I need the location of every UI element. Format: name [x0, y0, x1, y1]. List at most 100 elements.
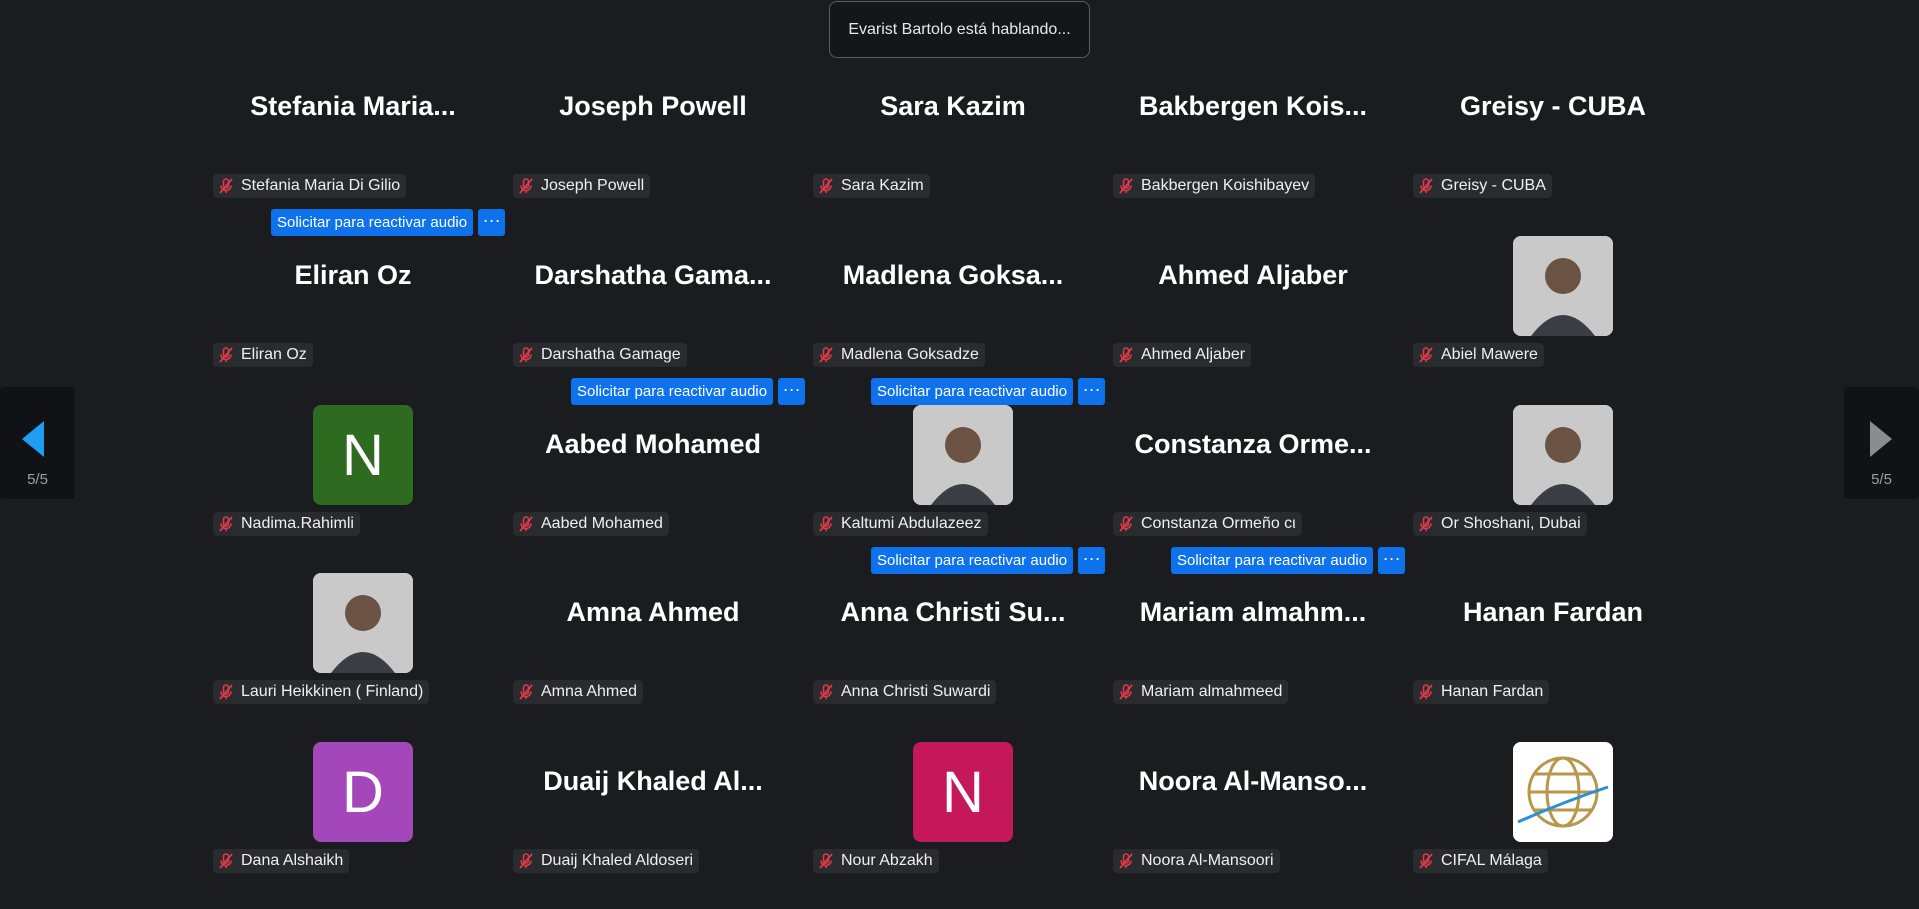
- participant-display-name: Madlena Goksa...: [842, 260, 1064, 290]
- participant-tile[interactable]: Eliran Oz Eliran Oz: [213, 235, 493, 403]
- participant-display-name: Sara Kazim: [880, 91, 1026, 121]
- participant-display-name: Amna Ahmed: [566, 597, 740, 627]
- participant-tile[interactable]: Noora Al-Manso... Noora Al-Mansoori: [1113, 741, 1393, 909]
- participant-name: Nour Abzakh: [841, 852, 933, 869]
- participant-tile[interactable]: Duaij Khaled Al... Duaij Khaled Aldoseri: [513, 741, 793, 909]
- participant-name-tag: Duaij Khaled Aldoseri: [513, 849, 700, 873]
- participant-name: CIFAL Málaga: [1441, 852, 1542, 869]
- participant-name-tag: Eliran Oz: [213, 343, 313, 367]
- participant-display-name: Mariam almahm...: [1139, 597, 1367, 627]
- participant-tile[interactable]: Constanza Orme... Constanza Ormeño cι Soli…: [1113, 404, 1406, 574]
- participant-tile[interactable]: Madlena Goksa... Madlena Goksadze Solicita…: [813, 235, 1106, 405]
- participant-name-tag: Darshatha Gamage: [513, 343, 687, 367]
- participant-tile[interactable]: CIFAL Málaga: [1413, 741, 1693, 909]
- unmute-request-group: Solicitar para reactivar audio ···: [571, 378, 806, 405]
- request-unmute-button[interactable]: Solicitar para reactivar audio: [1171, 547, 1374, 574]
- participant-display-name: Bakbergen Kois...: [1138, 91, 1368, 121]
- participant-display-name: Aabed Mohamed: [544, 429, 762, 459]
- microphone-muted-icon: [1117, 683, 1135, 701]
- arrow-right-icon: [1870, 421, 1892, 457]
- participant-name: Amna Ahmed: [541, 683, 638, 700]
- participant-tile[interactable]: Amna Ahmed Amna Ahmed: [513, 572, 793, 740]
- microphone-muted-icon: [517, 177, 535, 195]
- microphone-muted-icon: [1417, 515, 1435, 533]
- participant-name-tag: Or Shoshani, Dubai: [1413, 512, 1587, 536]
- participant-display-name: Duaij Khaled Al...: [543, 766, 763, 796]
- active-speaker-banner: Evarist Bartolo está hablando...: [829, 1, 1090, 58]
- participant-name-tag: Mariam almahmeed: [1113, 680, 1289, 704]
- participant-tile[interactable]: Mariam almahm... Mariam almahmeed: [1113, 572, 1393, 740]
- participant-name-tag: Noora Al-Mansoori: [1113, 849, 1280, 873]
- unmute-request-group: Solicitar para reactivar audio ···: [871, 378, 1106, 405]
- logo-avatar: [1513, 742, 1613, 842]
- participant-name: Noora Al-Mansoori: [1141, 852, 1274, 869]
- participant-tile[interactable]: Joseph Powell Joseph Powell: [513, 66, 793, 234]
- microphone-muted-icon: [817, 852, 835, 870]
- participant-tile[interactable]: Hanan Fardan Hanan Fardan: [1413, 572, 1693, 740]
- participant-tile[interactable]: Or Shoshani, Dubai: [1413, 404, 1693, 572]
- participant-name-tag: Constanza Ormeño cι: [1113, 512, 1302, 536]
- participant-name: Bakbergen Koishibayev: [1141, 177, 1310, 194]
- participant-tile[interactable]: Anna Christi Su... Anna Christi Suwardi: [813, 572, 1093, 740]
- participant-tile[interactable]: Greisy - CUBA Greisy - CUBA: [1413, 66, 1693, 234]
- participant-tile[interactable]: N Nour Abzakh: [813, 741, 1093, 909]
- avatar-initial: N: [913, 742, 1013, 842]
- participant-name: Aabed Mohamed: [541, 515, 663, 532]
- participant-name-tag: Anna Christi Suwardi: [813, 680, 997, 704]
- participant-tile[interactable]: N Nadima.Rahimli: [213, 404, 493, 572]
- participant-name-tag: Bakbergen Koishibayev: [1113, 174, 1316, 198]
- next-page-button[interactable]: 5/5: [1844, 387, 1919, 499]
- participant-name-tag: Ahmed Aljaber: [1113, 343, 1252, 367]
- more-options-button[interactable]: ···: [1078, 547, 1106, 574]
- participant-display-name: Darshatha Gama...: [534, 260, 772, 290]
- avatar-photo: [1513, 236, 1613, 336]
- avatar-photo: [1513, 405, 1613, 505]
- microphone-muted-icon: [217, 515, 235, 533]
- microphone-muted-icon: [1417, 852, 1435, 870]
- request-unmute-button[interactable]: Solicitar para reactivar audio: [571, 378, 774, 405]
- participant-display-name: Noora Al-Manso...: [1138, 766, 1368, 796]
- participant-name-tag: Madlena Goksadze: [813, 343, 985, 367]
- microphone-muted-icon: [517, 683, 535, 701]
- more-options-button[interactable]: ···: [1078, 378, 1106, 405]
- microphone-muted-icon: [517, 515, 535, 533]
- participant-tile[interactable]: D Dana Alshaikh: [213, 741, 493, 909]
- participant-tile[interactable]: Stefania Maria... Stefania Maria Di Gilio…: [213, 66, 506, 236]
- request-unmute-button[interactable]: Solicitar para reactivar audio: [871, 547, 1074, 574]
- microphone-muted-icon: [817, 515, 835, 533]
- microphone-muted-icon: [1117, 515, 1135, 533]
- request-unmute-button[interactable]: Solicitar para reactivar audio: [271, 209, 474, 236]
- participant-display-name: Ahmed Aljaber: [1158, 260, 1348, 290]
- unmute-request-group: Solicitar para reactivar audio ···: [271, 209, 506, 236]
- participant-name: Sara Kazim: [841, 177, 924, 194]
- participant-tile[interactable]: Darshatha Gama... Darshatha Gamage Solicit…: [513, 235, 806, 405]
- more-options-button[interactable]: ···: [478, 209, 506, 236]
- request-unmute-button[interactable]: Solicitar para reactivar audio: [871, 378, 1074, 405]
- participant-name: Dana Alshaikh: [241, 852, 344, 869]
- participant-tile[interactable]: Lauri Heikkinen ( Finland): [213, 572, 493, 740]
- participant-name-tag: Stefania Maria Di Gilio: [213, 174, 407, 198]
- page-indicator-right: 5/5: [1871, 471, 1892, 488]
- microphone-muted-icon: [517, 852, 535, 870]
- more-options-button[interactable]: ···: [1378, 547, 1406, 574]
- participant-display-name: Eliran Oz: [294, 260, 412, 290]
- participant-tile[interactable]: Sara Kazim Sara Kazim: [813, 66, 1093, 234]
- participant-name-tag: Nour Abzakh: [813, 849, 939, 873]
- participant-tile[interactable]: Bakbergen Kois... Bakbergen Koishibayev: [1113, 66, 1393, 234]
- avatar-photo: [313, 573, 413, 673]
- microphone-muted-icon: [1417, 346, 1435, 364]
- previous-page-button[interactable]: 5/5: [0, 387, 75, 499]
- participant-tile[interactable]: Abiel Mawere: [1413, 235, 1693, 403]
- participant-name-tag: Kaltumi Abdulazeez: [813, 512, 988, 536]
- avatar-photo: [913, 405, 1013, 505]
- participant-name-tag: Joseph Powell: [513, 174, 651, 198]
- participant-tile[interactable]: Ahmed Aljaber Ahmed Aljaber: [1113, 235, 1393, 403]
- participant-name: Lauri Heikkinen ( Finland): [241, 683, 424, 700]
- participant-name: Duaij Khaled Aldoseri: [541, 852, 694, 869]
- participant-name: Anna Christi Suwardi: [841, 683, 991, 700]
- participant-tile[interactable]: Aabed Mohamed Aabed Mohamed: [513, 404, 793, 572]
- participant-tile[interactable]: Kaltumi Abdulazeez Solicitar para reactiv…: [813, 404, 1106, 574]
- avatar-initial: N: [313, 405, 413, 505]
- participant-name: Mariam almahmeed: [1141, 683, 1283, 700]
- more-options-button[interactable]: ···: [778, 378, 806, 405]
